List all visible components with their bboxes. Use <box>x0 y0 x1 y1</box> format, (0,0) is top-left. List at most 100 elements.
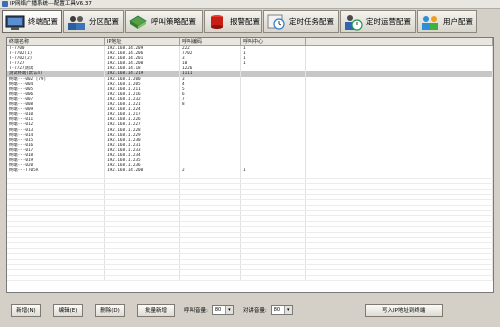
table-cell <box>7 248 105 254</box>
clock-icon <box>267 14 285 30</box>
table-cell <box>105 238 180 243</box>
table-cell <box>7 189 105 194</box>
table-cell <box>306 264 493 270</box>
table-cell <box>241 211 306 216</box>
intercom-volume-label: 对讲音量: <box>242 308 267 314</box>
table-cell <box>306 248 493 254</box>
table-cell <box>306 194 493 200</box>
app-icon <box>2 1 8 7</box>
table-cell <box>241 189 306 194</box>
call-volume-value: 80 <box>214 307 222 313</box>
tab-call-policy-config[interactable]: 呼叫策略配置 <box>125 10 203 33</box>
table-cell <box>306 259 493 264</box>
table-cell <box>241 178 306 184</box>
table-cell <box>7 259 105 264</box>
table-cell <box>306 184 493 189</box>
table-cell <box>7 221 105 227</box>
table-cell <box>306 221 493 227</box>
table-cell <box>180 238 241 243</box>
table-cell <box>105 216 180 221</box>
terminal-grid[interactable]: 终端名称 IP地址 呼叫编码 呼叫中心 T-7700 192.168.14.209… <box>6 37 494 293</box>
table-cell <box>306 227 493 232</box>
table-cell <box>180 275 241 281</box>
table-cell <box>306 178 493 184</box>
table-cell <box>7 205 105 211</box>
table-cell <box>306 216 493 221</box>
user-clock-icon <box>345 14 363 31</box>
write-ip-button[interactable]: 写入IP地址到终端 <box>364 303 443 317</box>
table-cell <box>241 194 306 200</box>
table-cell <box>105 243 180 248</box>
column-header[interactable]: IP地址 <box>105 38 180 45</box>
batch-new-button[interactable]: 批量新增 <box>137 303 175 317</box>
table-cell <box>180 216 241 221</box>
table-cell <box>105 248 180 254</box>
table-cell <box>105 232 180 238</box>
table-cell <box>7 270 105 275</box>
intercom-volume-select[interactable]: 80 ▾ <box>270 305 293 315</box>
table-cell <box>180 264 241 270</box>
table-cell <box>105 205 180 211</box>
table-cell <box>180 184 241 189</box>
table-cell <box>180 270 241 275</box>
tab-alarm-config[interactable]: 报警配置 <box>204 10 262 33</box>
table-cell <box>7 227 105 232</box>
table-cell <box>7 216 105 221</box>
call-volume-select[interactable]: 80 ▾ <box>211 305 234 315</box>
table-cell <box>241 254 306 259</box>
column-header[interactable]: 呼叫中心 <box>241 38 306 45</box>
new-button[interactable]: 新增(N) <box>11 303 41 317</box>
table-cell <box>241 243 306 248</box>
bottom-toolbar: 新增(N) 编辑(E) 删除(D) 批量新增 呼叫音量: 80 ▾ 对讲音量: … <box>6 301 494 319</box>
edit-button[interactable]: 编辑(E) <box>53 303 83 317</box>
table-cell <box>241 221 306 227</box>
table-cell <box>241 259 306 264</box>
table-cell <box>306 232 493 238</box>
window-title: IP网络广播系统---配置工具V6.37 <box>10 1 92 7</box>
table-cell <box>241 216 306 221</box>
table-cell <box>7 184 105 189</box>
column-header[interactable] <box>306 38 493 45</box>
table-cell <box>105 194 180 200</box>
table-cell <box>7 254 105 259</box>
table-cell <box>180 194 241 200</box>
tab-user-config[interactable]: 用户配置 <box>417 10 477 33</box>
table-cell <box>306 243 493 248</box>
column-header[interactable]: 呼叫编码 <box>180 38 241 45</box>
table-cell <box>180 254 241 259</box>
tab-timed-operation-config[interactable]: 定时运营配置 <box>340 10 416 33</box>
table-cell <box>180 227 241 232</box>
tab-timed-task-config[interactable]: 定时任务配置 <box>263 10 339 33</box>
table-cell <box>7 194 105 200</box>
table-cell <box>7 211 105 216</box>
table-cell <box>241 248 306 254</box>
table-cell <box>7 232 105 238</box>
table-cell <box>7 264 105 270</box>
users-icon <box>68 15 85 30</box>
app-window: IP网络广播系统---配置工具V6.37 终端配置 分区配置 呼叫策略配置 报警… <box>0 0 500 327</box>
book-icon <box>129 15 147 29</box>
tab-terminal-config[interactable]: 终端配置 <box>2 10 62 33</box>
table-cell <box>241 238 306 243</box>
alarm-icon <box>211 14 223 29</box>
table-cell <box>180 221 241 227</box>
chevron-down-icon: ▾ <box>224 306 233 314</box>
table-cell <box>105 178 180 184</box>
table-cell <box>7 243 105 248</box>
grid-header: 终端名称 IP地址 呼叫编码 呼叫中心 <box>7 38 493 46</box>
table-cell <box>7 178 105 184</box>
call-volume-label: 呼叫音量: <box>184 308 208 314</box>
table-cell <box>105 227 180 232</box>
table-cell <box>105 264 180 270</box>
tab-zone-config[interactable]: 分区配置 <box>63 10 124 33</box>
table-cell <box>306 189 493 194</box>
delete-button[interactable]: 删除(D) <box>95 303 125 317</box>
chevron-down-icon: ▾ <box>283 306 292 314</box>
column-header[interactable]: 终端名称 <box>7 38 105 45</box>
table-cell <box>180 211 241 216</box>
table-cell <box>241 275 306 281</box>
table-cell <box>180 189 241 194</box>
table-cell <box>241 232 306 238</box>
table-cell <box>7 173 105 178</box>
main-toolbar: 终端配置 分区配置 呼叫策略配置 报警配置 定时任务配置 定时运营配置 用户配置 <box>2 10 498 33</box>
